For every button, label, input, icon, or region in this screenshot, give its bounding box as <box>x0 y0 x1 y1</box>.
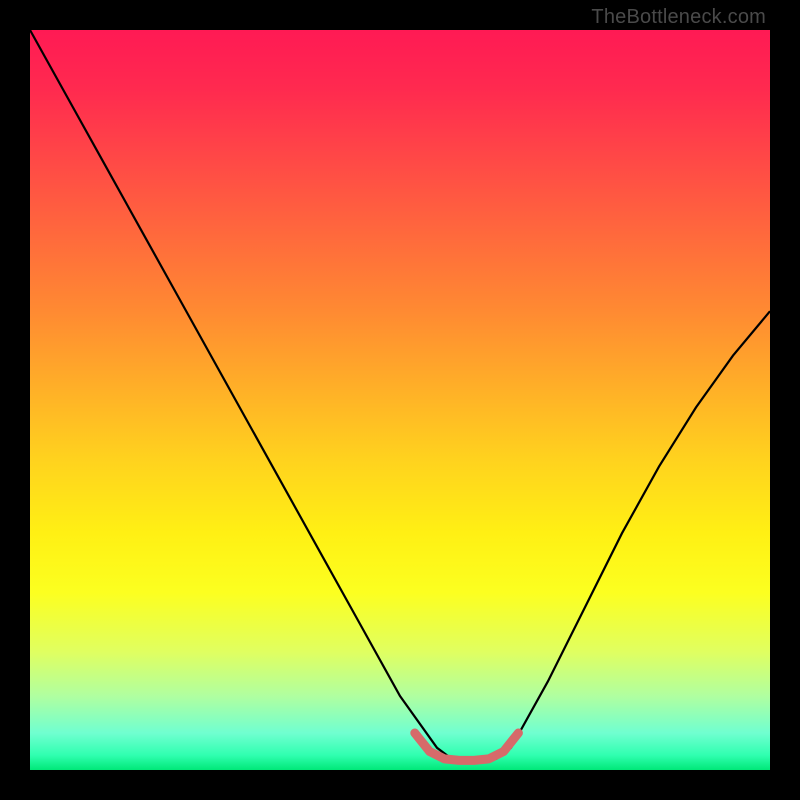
chart-container: TheBottleneck.com <box>0 0 800 800</box>
watermark-text: TheBottleneck.com <box>591 6 766 29</box>
plot-area <box>30 30 770 770</box>
bottleneck-curve-path <box>30 30 770 759</box>
curve-svg <box>30 30 770 770</box>
